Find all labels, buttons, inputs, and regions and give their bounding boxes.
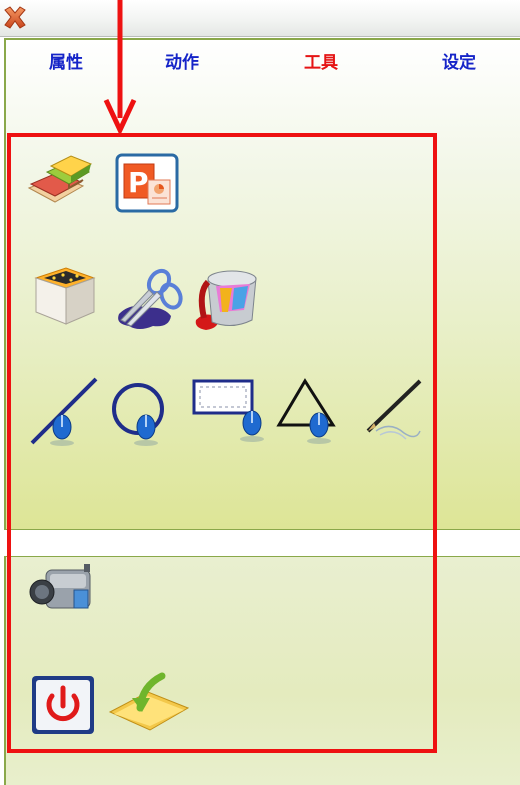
title-bar <box>0 0 520 37</box>
highlight-frame <box>7 133 437 753</box>
close-icon[interactable] <box>2 6 28 30</box>
pointer-arrow <box>102 0 138 136</box>
tab-actions[interactable]: 动作 <box>165 48 199 73</box>
tab-settings[interactable]: 设定 <box>442 48 476 73</box>
tab-properties[interactable]: 属性 <box>49 48 83 73</box>
tab-tools[interactable]: 工具 <box>304 48 338 73</box>
tab-bar: 属性 动作 工具 设定 <box>0 48 520 76</box>
